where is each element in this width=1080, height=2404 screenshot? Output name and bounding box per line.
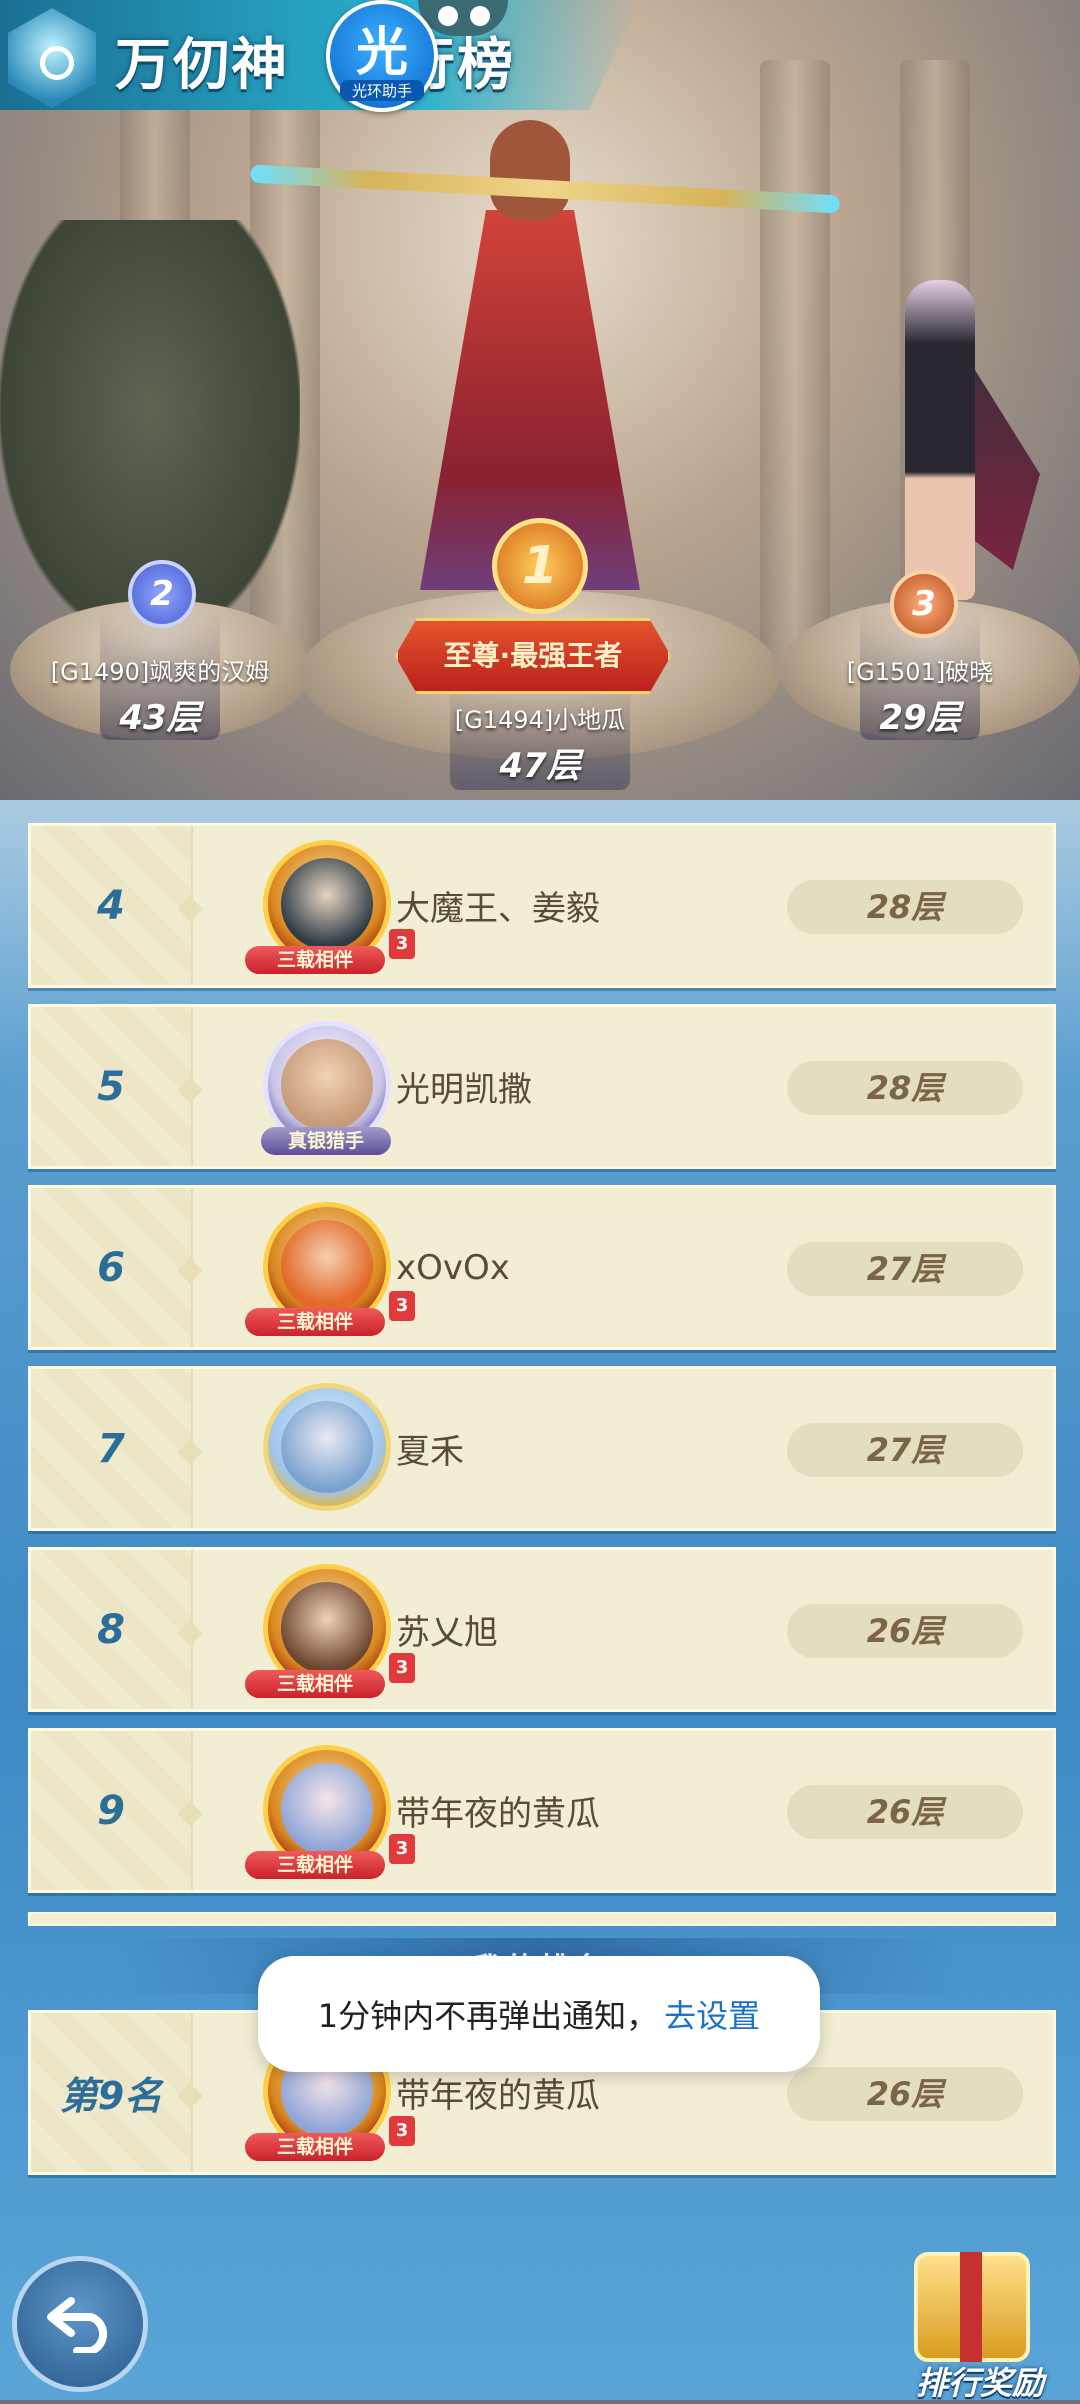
- champion-banner: 至尊·最强王者: [395, 618, 671, 694]
- avatar-tag: 真银猎手: [261, 1127, 391, 1155]
- rank-3-floor: 29层: [879, 698, 961, 738]
- rank-number: 4: [97, 882, 125, 929]
- list-item[interactable]: 7 夏禾 27层: [28, 1366, 1056, 1531]
- avatar[interactable]: 三载相伴 3: [241, 1558, 416, 1708]
- floor-value: 28层: [787, 1061, 1023, 1115]
- rank-2-name[interactable]: [G1490]飒爽的汉姆: [20, 652, 300, 687]
- list-item[interactable]: 8 三载相伴 3 苏乂旭 26层: [28, 1547, 1056, 1712]
- player-name: 带年夜的黄瓜: [396, 1794, 600, 1834]
- avatar[interactable]: 三载相伴 3: [241, 1196, 416, 1346]
- floor-value: 26层: [787, 2067, 1023, 2121]
- reward-label: 排行奖励: [915, 2364, 1044, 2402]
- ranking-list[interactable]: 4 三载相伴 3 大魔王、姜毅 28层 5 真银猎手 光明凯撒 28层 6 三载…: [28, 823, 1056, 1909]
- avatar-tag: 三载相伴: [245, 1670, 385, 1698]
- avatar-tag: 三载相伴: [245, 2133, 385, 2161]
- floor-value: 28层: [787, 880, 1023, 934]
- player-name: 夏禾: [396, 1432, 464, 1472]
- rank-number: 5: [97, 1063, 125, 1110]
- rank-3-name[interactable]: [G1501]破晓: [780, 652, 1060, 687]
- list-item[interactable]: 5 真银猎手 光明凯撒 28层: [28, 1004, 1056, 1169]
- avatar[interactable]: 三载相伴 3: [241, 1739, 416, 1889]
- rank-number: 9: [97, 1787, 125, 1834]
- back-arrow-icon: [47, 2297, 108, 2353]
- player-name: 光明凯撒: [396, 1070, 532, 1110]
- rank-1-name[interactable]: [G1494]小地瓜: [400, 700, 680, 735]
- avatar-tag: 三载相伴: [245, 1851, 385, 1879]
- rank-2-floor: 43层: [119, 698, 201, 738]
- rank-1-medal: 1: [492, 518, 588, 614]
- list-item[interactable]: 6 三载相伴 3 xOvOx 27层: [28, 1185, 1056, 1350]
- avatar[interactable]: [241, 1377, 416, 1527]
- rank-number: 8: [97, 1606, 125, 1653]
- my-rank-label: 第9名: [59, 2074, 163, 2118]
- avatar-tag: 三载相伴: [245, 1308, 385, 1336]
- list-item[interactable]: 9 三载相伴 3 带年夜的黄瓜 26层: [28, 1728, 1056, 1893]
- rank-3-character: [850, 250, 1040, 610]
- toast-message: 1分钟内不再弹出通知，: [317, 1997, 659, 2035]
- ranking-reward-button[interactable]: 排行奖励: [900, 2248, 1060, 2402]
- floor-value: 26层: [787, 1785, 1023, 1839]
- rank-2-medal: 2: [128, 560, 196, 628]
- rank-3-medal: 3: [890, 570, 958, 638]
- floor-value: 27层: [787, 1423, 1023, 1477]
- floor-value: 27层: [787, 1242, 1023, 1296]
- player-name: 苏乂旭: [396, 1613, 498, 1653]
- floor-value: 26层: [787, 1604, 1023, 1658]
- list-item[interactable]: 4 三载相伴 3 大魔王、姜毅 28层: [28, 823, 1056, 988]
- rank-number: 6: [97, 1244, 125, 1291]
- avatar[interactable]: 真银猎手: [241, 1015, 416, 1165]
- toast-settings-link[interactable]: 去设置: [664, 1991, 760, 2037]
- podium-area: 2 1 3 至尊·最强王者 [G1490]飒爽的汉姆 43层 [G1494]小地…: [0, 0, 1080, 800]
- avatar-tag: 三载相伴: [245, 946, 385, 974]
- player-name: xOvOx: [396, 1247, 510, 1288]
- helper-overlay-badge[interactable]: 光 光环助手: [326, 0, 438, 112]
- notification-toast: 1分钟内不再弹出通知， 去设置: [258, 1956, 820, 2072]
- rank-number: 7: [97, 1425, 125, 1472]
- avatar[interactable]: 三载相伴 3: [241, 834, 416, 984]
- back-button[interactable]: [12, 2256, 148, 2392]
- rank-1-floor: 47层: [499, 746, 581, 786]
- player-name: 大魔王、姜毅: [396, 889, 600, 929]
- list-item-partial[interactable]: [28, 1912, 1056, 1926]
